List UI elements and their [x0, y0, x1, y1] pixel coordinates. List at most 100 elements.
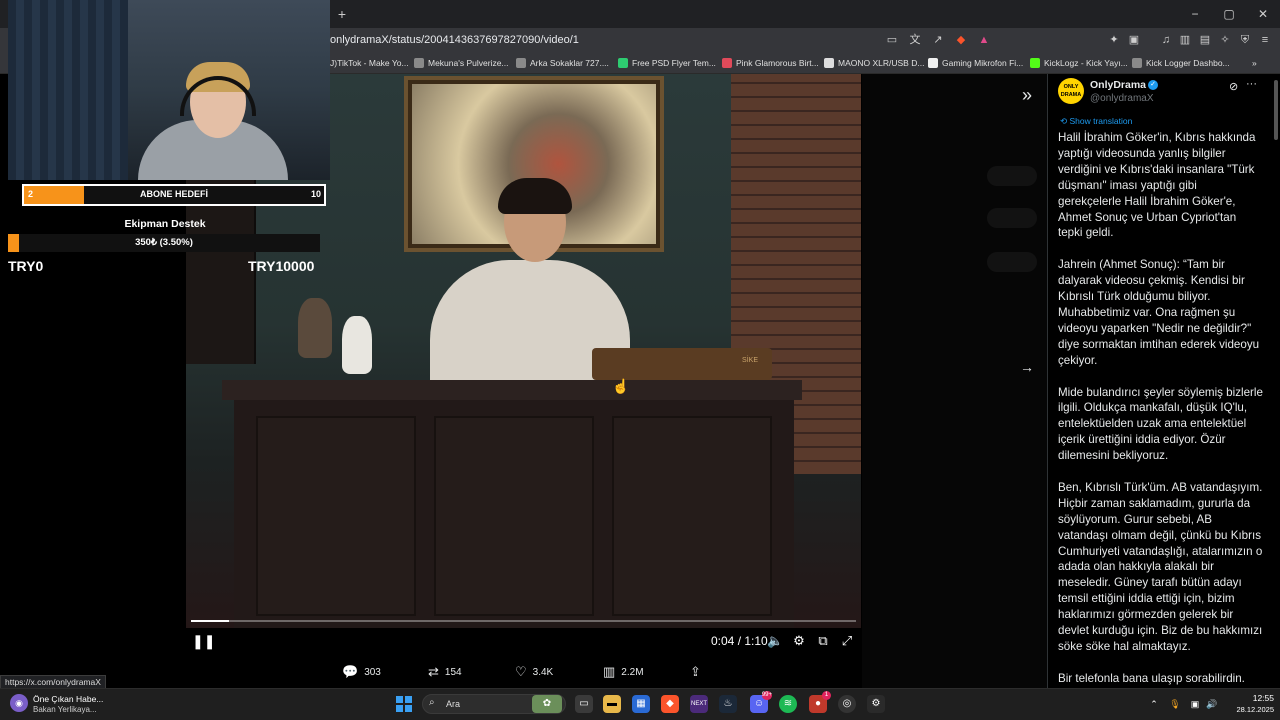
picture-in-picture-icon[interactable]: ⧉	[815, 633, 831, 649]
volume-icon[interactable]: 🔈	[767, 633, 783, 649]
vpn-icon[interactable]: ⛨	[1237, 32, 1253, 48]
translate-icon[interactable]: 文	[907, 32, 923, 48]
share-upload-icon: ⇪	[690, 664, 701, 679]
pause-icon[interactable]: ❚❚	[192, 632, 215, 650]
cast-icon[interactable]: ▭	[884, 32, 900, 48]
news-widget-title[interactable]: Öne Çıkan Habe...	[33, 694, 103, 704]
app-badge: 1	[822, 691, 831, 700]
repost-button[interactable]: ⇄ 154	[428, 664, 462, 680]
bookmark-favicon-icon	[516, 58, 526, 68]
bookmark-label: Free PSD Flyer Tem...	[632, 58, 716, 68]
bookmark-tiktok[interactable]: J)TikTok - Make Yo...	[330, 52, 409, 74]
subscriber-goal-target: 10	[311, 189, 322, 199]
bookmarks-overflow-button[interactable]: »	[1252, 52, 1257, 74]
ghost-follow-button	[987, 166, 1037, 186]
bookmark-label: Arka Sokaklar 727....	[530, 58, 609, 68]
next-app-icon[interactable]: NEXT	[690, 695, 708, 713]
bookmark-arka-sokaklar[interactable]: Arka Sokaklar 727....	[516, 52, 609, 74]
discord-icon[interactable]: ☺ 99+	[750, 691, 772, 713]
tray-overflow-icon[interactable]: ⌃	[1148, 698, 1160, 710]
video-time: 0:04 / 1:10	[711, 634, 768, 648]
bookmark-pink-glamorous[interactable]: Pink Glamorous Birt...	[722, 52, 819, 74]
collapse-panel-icon[interactable]: »	[1017, 86, 1037, 106]
discord-badge: 99+	[761, 691, 772, 700]
app-notification-icon[interactable]: ● 1	[809, 691, 831, 713]
task-view-icon[interactable]: ▭	[575, 695, 593, 713]
equipment-goal-max: TRY10000	[248, 258, 315, 274]
bookmark-favicon-icon	[618, 58, 628, 68]
video-desk-panel	[434, 416, 594, 616]
brave-browser-icon[interactable]: ◆	[661, 695, 679, 713]
microphone-icon[interactable]: 🎙	[1169, 698, 1181, 710]
show-translation-label: Show translation	[1069, 116, 1133, 126]
bookmark-label: Mekuna's Pulverize...	[428, 58, 509, 68]
windows-start-icon[interactable]	[396, 696, 412, 712]
grok-icon[interactable]: ⊘	[1229, 80, 1238, 93]
bookmark-mekuna[interactable]: Mekuna's Pulverize...	[414, 52, 509, 74]
media-icon[interactable]: ♫	[1158, 32, 1174, 48]
wallet-icon[interactable]: ▤	[1197, 32, 1213, 48]
author-handle[interactable]: @onlydramaX	[1090, 93, 1154, 104]
settings-gear-icon[interactable]: ⚙	[791, 633, 807, 649]
menu-icon[interactable]: ≡	[1257, 32, 1273, 48]
screenshot-icon[interactable]: ▣	[1126, 32, 1142, 48]
bookmark-label: KickLogz - Kick Yayı...	[1044, 58, 1128, 68]
views-button[interactable]: ▥ 2.2M	[603, 664, 644, 680]
video-desk-top	[222, 380, 802, 400]
close-window-button[interactable]: ✕	[1246, 0, 1280, 28]
extensions-icon[interactable]: ✦	[1106, 32, 1122, 48]
url-field[interactable]: onlydramaX/status/2004143637697827090/vi…	[330, 34, 579, 46]
scrollbar-thumb[interactable]	[1274, 80, 1278, 140]
search-highlight-icon[interactable]: ✿	[532, 695, 562, 713]
brave-shield-icon[interactable]: ◆	[953, 32, 969, 48]
bookmark-label: MAONO XLR/USB D...	[838, 58, 925, 68]
clock-date[interactable]: 28.12.2025	[1222, 705, 1274, 714]
video-progress-fill	[191, 620, 229, 622]
video-desk-panel	[612, 416, 772, 616]
share-button[interactable]: ⇪	[690, 664, 701, 680]
view-count: 2.2M	[621, 666, 644, 678]
fullscreen-icon[interactable]: ⤢	[839, 633, 855, 649]
bookmark-kick-logger[interactable]: Kick Logger Dashbo...	[1132, 52, 1230, 74]
bookmark-label: Gaming Mikrofon Fi...	[942, 58, 1024, 68]
book-label: SİKE	[742, 357, 758, 364]
share-icon[interactable]: ↗	[930, 32, 946, 48]
bookmark-maono[interactable]: MAONO XLR/USB D...	[824, 52, 924, 74]
speaker-icon[interactable]: 🔊	[1206, 698, 1218, 710]
bookmark-kicklogz[interactable]: KickLogz - Kick Yayı...	[1030, 52, 1128, 74]
store-icon[interactable]: ▦	[632, 695, 650, 713]
maximize-button[interactable]: ▢	[1212, 0, 1246, 28]
author-name[interactable]: OnlyDrama	[1090, 79, 1146, 91]
steam-icon[interactable]: ♨	[719, 695, 737, 713]
news-widget-subtitle[interactable]: Bakan Yerlikaya...	[33, 705, 97, 714]
news-widget-icon[interactable]: ◉	[10, 694, 28, 712]
webcam-curtain	[8, 0, 128, 180]
bookmark-label: J)TikTok - Make Yo...	[330, 58, 409, 68]
bookmark-free-psd[interactable]: Free PSD Flyer Tem...	[618, 52, 716, 74]
bookmark-gaming-mikrofon[interactable]: Gaming Mikrofon Fi...	[928, 52, 1023, 74]
bookmark-favicon-icon	[1030, 58, 1040, 68]
obs-icon[interactable]: ◎	[838, 695, 856, 713]
show-translation-link[interactable]: ⟲ Show translation	[1060, 116, 1132, 127]
spotify-icon[interactable]: ≋	[779, 695, 797, 713]
bookmark-favicon-icon	[1132, 58, 1142, 68]
network-icon[interactable]: ▣	[1189, 698, 1201, 710]
sidebar-icon[interactable]: ▥	[1177, 32, 1193, 48]
brave-rewards-icon[interactable]: ▲	[976, 32, 992, 48]
author-avatar[interactable]: ONLY DRAMA	[1058, 78, 1084, 104]
leo-ai-icon[interactable]: ✧	[1217, 32, 1233, 48]
scrollbar[interactable]	[1273, 74, 1280, 688]
views-chart-icon: ▥	[603, 664, 616, 679]
bookmark-favicon-icon	[928, 58, 938, 68]
like-count: 3.4K	[532, 666, 554, 678]
settings-gear-icon[interactable]: ⚙	[867, 695, 885, 713]
clock-time[interactable]: 12:55	[1238, 693, 1274, 703]
new-tab-button[interactable]: +	[334, 4, 350, 24]
file-explorer-icon[interactable]: ▬	[603, 695, 621, 713]
like-button[interactable]: ♡ 3.4K	[515, 664, 553, 680]
reply-button[interactable]: 💬 303	[342, 664, 381, 680]
video-progress-track[interactable]	[191, 620, 856, 622]
next-media-arrow-icon[interactable]: →	[1017, 357, 1037, 377]
minimize-button[interactable]: −	[1178, 0, 1212, 28]
more-options-icon[interactable]: ···	[1246, 78, 1257, 90]
